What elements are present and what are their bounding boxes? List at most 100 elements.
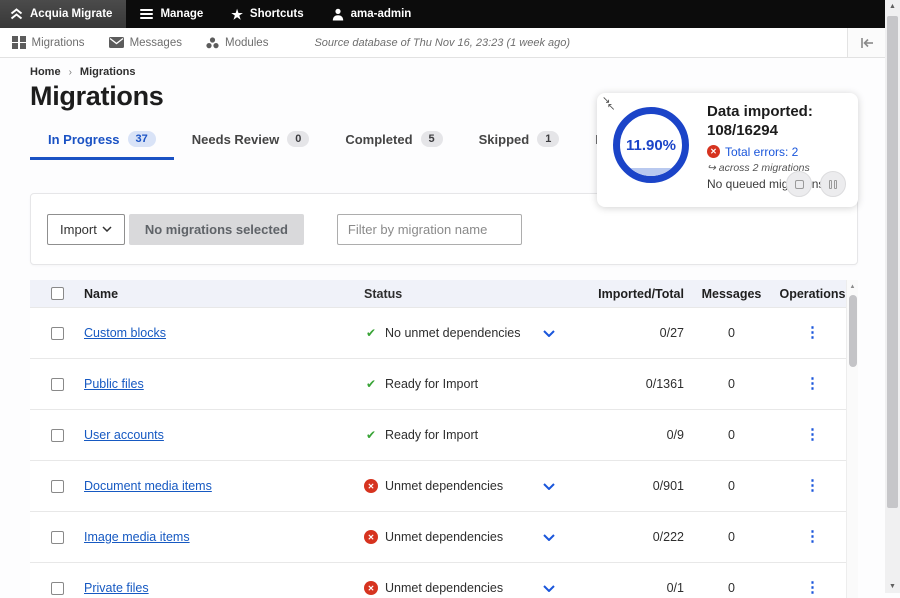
stop-import-button[interactable] [786,171,812,197]
manage-label: Manage [160,8,203,20]
status-label: Ready for Import [385,377,478,391]
tab-in-progress[interactable]: In Progress 37 [30,125,174,160]
header-imported-total: Imported/Total [574,287,684,301]
migrations-table: Name Status Imported/Total Messages Oper… [30,280,858,598]
scroll-up-icon[interactable]: ▲ [847,284,858,290]
table-scrollbar[interactable]: ▲ [846,280,858,598]
toolbar-item-modules[interactable]: Modules [194,37,280,49]
table-header-row: Name Status Imported/Total Messages Oper… [30,280,846,307]
scroll-down-icon[interactable]: ▼ [885,583,900,590]
pause-import-button[interactable] [820,171,846,197]
pause-icon [829,180,837,189]
breadcrumb-current-link[interactable]: Migrations [80,66,136,78]
expand-chevron-icon[interactable] [543,534,555,541]
double-chevron-up-icon [10,8,23,20]
operations-menu-icon[interactable]: ⋮ [805,375,820,392]
tab-label: Needs Review [192,132,279,147]
import-dropdown-button[interactable]: Import [47,214,125,245]
select-all-checkbox[interactable] [51,287,64,300]
hooked-arrow-icon: ↪ [707,162,716,174]
breadcrumb-separator: › [69,67,72,78]
messages-label: Messages [130,37,182,49]
stop-icon [795,180,804,189]
tab-count-badge: 37 [128,131,156,147]
status-label: Unmet dependencies [385,530,503,544]
expand-chevron-icon[interactable] [543,483,555,490]
header-operations: Operations [779,287,846,301]
migration-name-link[interactable]: Image media items [84,530,190,544]
imported-total-cell: 0/27 [574,326,684,340]
imported-total-cell: 0/901 [574,479,684,493]
toolbar-item-messages[interactable]: Messages [97,37,194,49]
tab-label: Completed [345,132,412,147]
collapse-card-icon[interactable]: ↘ ↖ [602,97,618,113]
data-imported-title: Data imported: 108/16294 [707,103,846,141]
progress-percent: 11.90% [626,137,676,154]
operations-menu-icon[interactable]: ⋮ [805,579,820,596]
tab-count-badge: 1 [537,131,559,147]
header-name: Name [84,287,364,301]
scroll-up-icon[interactable]: ▲ [885,3,900,10]
user-menu-item[interactable]: ama-admin [318,0,426,28]
modules-label: Modules [225,37,268,49]
migration-filter-input[interactable] [337,214,522,245]
bar-arrow-left-icon [860,38,874,48]
collapse-toolbar-button[interactable] [847,28,885,57]
tab-count-badge: 5 [421,131,443,147]
tab-needs-review[interactable]: Needs Review 0 [174,125,328,160]
operations-menu-icon[interactable]: ⋮ [805,426,820,443]
tab-count-badge: 0 [287,131,309,147]
brand-acquia-migrate[interactable]: Acquia Migrate [0,0,126,28]
expand-chevron-icon[interactable] [543,330,555,337]
breadcrumb: Home › Migrations [30,66,858,78]
migration-name-link[interactable]: Public files [84,377,144,391]
row-checkbox[interactable] [51,378,64,391]
expand-chevron-icon[interactable] [543,585,555,592]
toolbar-item-migrations[interactable]: Migrations [0,36,97,50]
migrations-label: Migrations [32,37,85,49]
table-scrollbar-thumb[interactable] [849,295,857,367]
table-row: Document media items ✕ Unmet dependencie… [30,460,846,511]
tab-skipped[interactable]: Skipped 1 [461,125,578,160]
row-checkbox[interactable] [51,327,64,340]
migration-name-link[interactable]: Custom blocks [84,326,166,340]
page-scrollbar[interactable]: ▲ ▼ [885,0,900,593]
status-icon: ✔ [364,377,378,391]
row-checkbox[interactable] [51,480,64,493]
imported-total-cell: 0/9 [574,428,684,442]
operations-menu-icon[interactable]: ⋮ [805,324,820,341]
row-checkbox[interactable] [51,531,64,544]
grid-icon [12,36,26,50]
header-messages: Messages [684,287,779,301]
source-database-note: Source database of Thu Nov 16, 23:23 (1 … [314,37,570,49]
messages-cell: 0 [684,530,779,544]
manage-menu-item[interactable]: Manage [126,0,217,28]
status-icon: ✕ [364,479,378,493]
migration-name-link[interactable]: Document media items [84,479,212,493]
no-migrations-selected-button: No migrations selected [129,214,304,245]
messages-cell: 0 [684,377,779,391]
status-label: Ready for Import [385,428,478,442]
row-checkbox[interactable] [51,429,64,442]
total-errors-link[interactable]: Total errors: 2 [725,145,798,159]
status-icon: ✔ [364,428,378,442]
import-progress-card: ↘ ↖ 11.90% Data imported: 108/16294 ✕ To… [597,93,858,207]
tab-label: Skipped [479,132,530,147]
envelope-icon [109,37,124,48]
shortcuts-menu-item[interactable]: ★ Shortcuts [217,0,317,28]
page-scrollbar-thumb[interactable] [887,16,898,508]
breadcrumb-home-link[interactable]: Home [30,66,61,78]
messages-cell: 0 [684,326,779,340]
error-icon: ✕ [707,145,720,158]
tab-completed[interactable]: Completed 5 [327,125,460,160]
import-label: Import [60,222,97,237]
operations-menu-icon[interactable]: ⋮ [805,528,820,545]
messages-cell: 0 [684,479,779,493]
hamburger-icon [140,9,153,20]
header-status: Status [364,287,524,301]
migration-name-link[interactable]: User accounts [84,428,164,442]
status-icon: ✕ [364,530,378,544]
messages-cell: 0 [684,428,779,442]
operations-menu-icon[interactable]: ⋮ [805,477,820,494]
chevron-down-icon [102,226,112,232]
